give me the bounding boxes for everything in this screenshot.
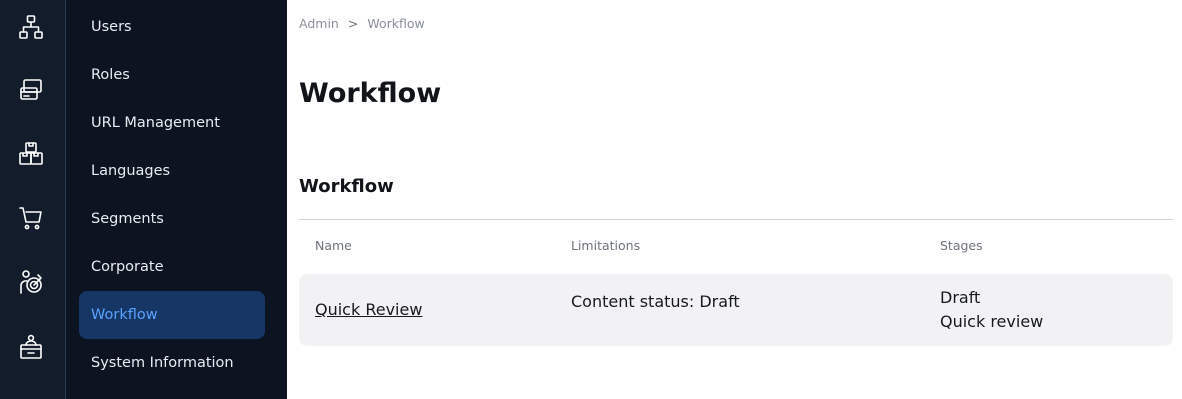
sitemap-icon[interactable] xyxy=(17,13,45,41)
section-title: Workflow xyxy=(299,176,394,197)
workflow-limitations: Content status: Draft xyxy=(571,292,740,311)
sidebar-item-url-management[interactable]: URL Management xyxy=(79,99,265,147)
column-header-limitations: Limitations xyxy=(571,238,641,253)
target-person-icon[interactable] xyxy=(17,268,45,296)
sidebar-item-corporate[interactable]: Corporate xyxy=(79,243,265,291)
breadcrumb-separator: > xyxy=(347,16,359,31)
column-header-name: Name xyxy=(315,238,352,253)
table-row: Quick Review Content status: Draft Draft… xyxy=(299,274,1173,346)
sidebar-item-languages[interactable]: Languages xyxy=(79,147,265,195)
workflow-stage: Draft xyxy=(940,288,981,307)
sidebar-item-segments[interactable]: Segments xyxy=(79,195,265,243)
sidebar-item-roles[interactable]: Roles xyxy=(79,51,265,99)
breadcrumb-admin-link[interactable]: Admin xyxy=(299,16,339,31)
sidebar-item-system-information[interactable]: System Information xyxy=(79,339,265,387)
icon-rail xyxy=(0,0,66,399)
sidebar-item-users[interactable]: Users xyxy=(79,3,265,51)
workflow-name-link[interactable]: Quick Review xyxy=(315,300,422,319)
breadcrumb-current: Workflow xyxy=(367,16,425,31)
content-cards-icon[interactable] xyxy=(17,76,45,104)
section-divider xyxy=(299,219,1173,220)
workflow-stage: Quick review xyxy=(940,312,1044,331)
sidebar-item-workflow[interactable]: Workflow xyxy=(79,291,265,339)
admin-panel-icon[interactable] xyxy=(17,333,45,361)
page-title: Workflow xyxy=(299,78,442,109)
column-header-stages: Stages xyxy=(940,238,983,253)
admin-sidebar: Users Roles URL Management Languages Seg… xyxy=(66,0,287,399)
cart-icon[interactable] xyxy=(17,204,45,232)
main-content: Admin > Workflow Workflow Workflow Name … xyxy=(287,0,1182,399)
product-boxes-icon[interactable] xyxy=(17,140,45,168)
app-window: Users Roles URL Management Languages Seg… xyxy=(0,0,1182,399)
breadcrumb: Admin > Workflow xyxy=(299,16,425,31)
